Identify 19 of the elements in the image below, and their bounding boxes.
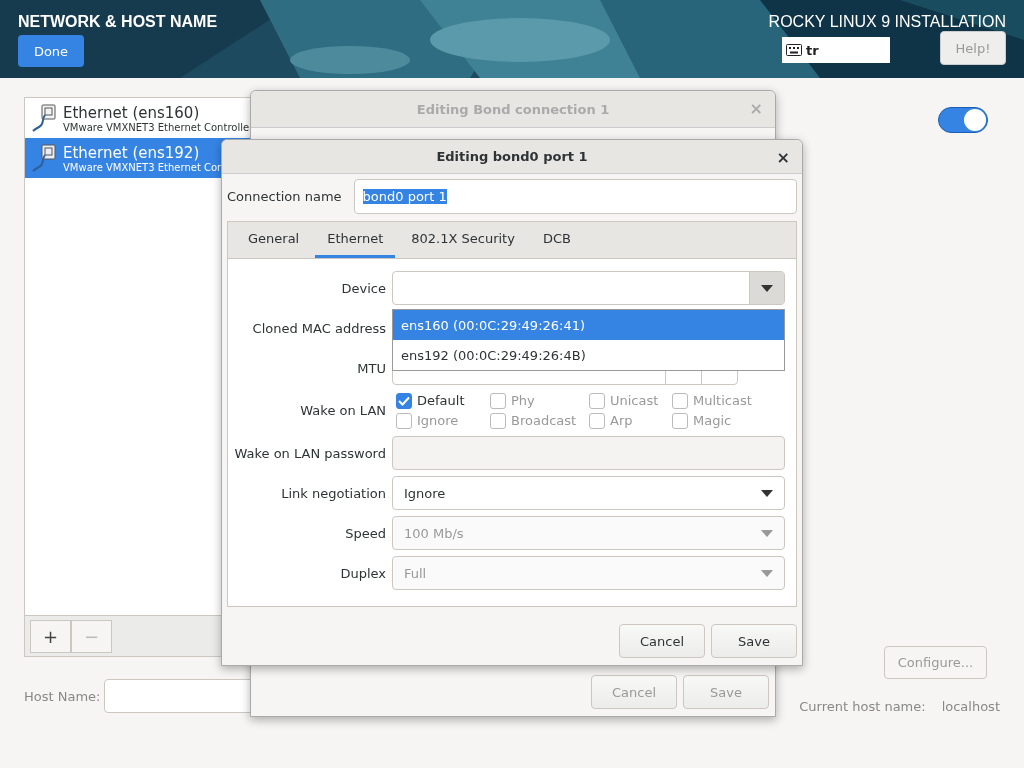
page-title: NETWORK & HOST NAME	[18, 13, 218, 31]
dialog-title: Editing Bond connection 1	[416, 101, 610, 117]
current-host-name: localhost	[941, 699, 1000, 716]
connection-name-label: Connection name	[227, 189, 342, 204]
field-label: Speed	[344, 525, 387, 541]
dialog-title: Editing bond0 port 1	[436, 149, 588, 164]
connection-name: Ethernet (ens160)	[63, 103, 201, 122]
field-label: Device	[340, 280, 387, 296]
field-label: MTU	[356, 360, 387, 376]
host-name-label: Host Name:	[24, 688, 101, 704]
field-label: Wake on LAN	[299, 403, 387, 418]
field-label: Link negotiation	[280, 485, 387, 501]
field-label: Duplex	[339, 565, 387, 581]
connection-name: Ethernet (ens192)	[63, 143, 201, 162]
installer-title: ROCKY LINUX 9 INSTALLATION	[768, 13, 1006, 31]
connection-description: VMware VMXNET3 Ethernet Controlle	[63, 121, 250, 133]
field-label: Wake on LAN password	[233, 445, 387, 461]
field-label: Cloned MAC address	[251, 320, 387, 336]
current-host-name-label: Current host name:	[799, 699, 926, 716]
